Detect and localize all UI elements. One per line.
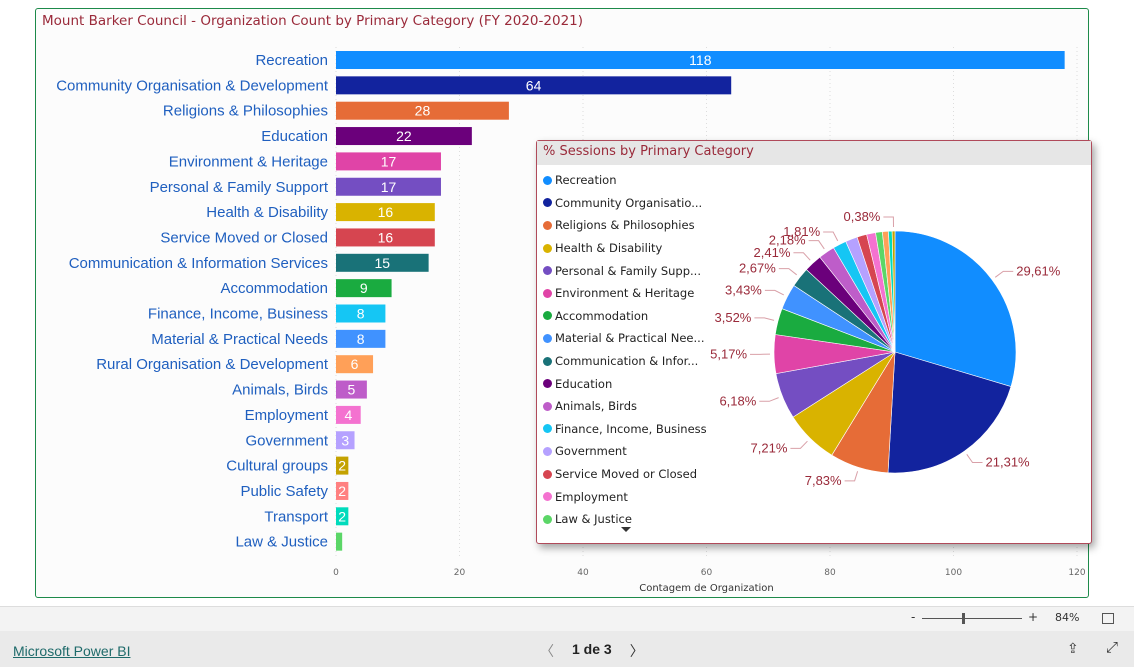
leader-line <box>759 397 779 402</box>
bar-data-label: 16 <box>378 204 394 220</box>
bar-data-label: 2 <box>338 458 346 474</box>
category-label: Accommodation <box>220 280 328 297</box>
category-label: Transport <box>264 508 328 525</box>
category-label: Rural Organisation & Development <box>96 356 329 373</box>
x-axis-title: Contagem de Organization <box>639 583 774 594</box>
pie-data-label: 7,21% <box>751 440 788 455</box>
leader-line <box>778 268 797 276</box>
bar-data-label: 5 <box>348 382 356 398</box>
next-page-button[interactable]: 〉 <box>630 641 644 661</box>
x-tick-label: 80 <box>824 568 836 578</box>
bar-data-label: 16 <box>378 229 394 245</box>
pie-data-label: 3,52% <box>715 310 752 325</box>
bar-data-label: 17 <box>381 153 397 169</box>
category-label: Communication & Information Services <box>69 255 328 272</box>
category-label: Environment & Heritage <box>169 153 328 170</box>
pie-data-label: 2,67% <box>739 261 776 276</box>
x-tick-label: 40 <box>577 568 589 578</box>
leader-line <box>844 471 859 482</box>
bar-data-label: 118 <box>689 52 712 68</box>
leader-line <box>966 454 983 464</box>
bar-data-label: 64 <box>526 77 542 93</box>
bar-data-label: 22 <box>396 128 412 144</box>
pie-data-label: 0,38% <box>844 209 881 224</box>
pie-chart: 29,61% 21,31% 7,83% 7,21% 6,18% 5,17% 3,52% 3,4… <box>710 209 1061 488</box>
zoom-in-button[interactable]: + <box>1028 610 1038 624</box>
category-label: Animals, Birds <box>232 382 328 399</box>
pie-data-label: 7,83% <box>805 473 842 488</box>
leader-line <box>793 252 811 261</box>
category-label: Religions & Philosophies <box>163 103 328 120</box>
bar[interactable] <box>336 532 343 551</box>
category-label: Material & Practical Needs <box>151 331 328 348</box>
category-label: Education <box>261 128 328 145</box>
bar-data-label: 17 <box>381 179 397 195</box>
zoom-level: 84% <box>1055 611 1080 624</box>
pie-chart-visual[interactable]: % Sessions by Primary Category Recreatio… <box>536 140 1092 544</box>
footer-bar: Microsoft Power BI 〈 1 de 3 〉 ⇪ ⤢ <box>0 631 1134 667</box>
leader-line <box>994 270 1014 278</box>
x-tick-label: 0 <box>333 568 339 578</box>
category-label: Community Organisation & Development <box>56 77 329 94</box>
bar-data-label: 8 <box>357 331 365 347</box>
leader-line <box>790 440 808 449</box>
bar-data-label: 8 <box>357 306 365 322</box>
bar-data-label: 3 <box>341 432 349 448</box>
category-label: Service Moved or Closed <box>160 229 328 246</box>
share-icon[interactable]: ⇪ <box>1067 640 1079 657</box>
pie-data-label: 3,43% <box>725 282 762 297</box>
bar-data-label: 28 <box>415 103 431 119</box>
category-label: Law & Justice <box>235 534 328 551</box>
pie-data-label: 21,31% <box>986 455 1031 470</box>
bar-data-label: 6 <box>351 356 359 372</box>
x-tick-label: 100 <box>945 568 962 578</box>
category-label: Finance, Income, Business <box>148 306 328 323</box>
zoom-bar: - + 84% <box>0 606 1134 632</box>
leader-line <box>823 231 839 242</box>
pie-data-label: 29,61% <box>1016 263 1061 278</box>
category-label: Health & Disability <box>206 204 328 221</box>
leader-line <box>754 317 775 321</box>
bar-data-label: 2 <box>338 508 346 524</box>
fit-to-page-icon[interactable] <box>1102 613 1114 624</box>
category-label: Employment <box>245 407 329 424</box>
zoom-slider[interactable] <box>922 618 1022 619</box>
x-tick-label: 120 <box>1068 568 1085 578</box>
category-label: Recreation <box>255 52 328 69</box>
leader-line <box>764 289 785 296</box>
zoom-slider-handle[interactable] <box>962 613 965 624</box>
bar-data-label: 4 <box>344 407 352 423</box>
fullscreen-icon[interactable]: ⤢ <box>1106 639 1118 656</box>
pie-data-label: 6,18% <box>719 393 756 408</box>
report-canvas: Mount Barker Council - Organization Coun… <box>0 0 1134 606</box>
bar-data-label: 2 <box>338 483 346 499</box>
page-indicator: 1 de 3 <box>572 641 612 657</box>
category-label: Personal & Family Support <box>150 179 329 196</box>
bar-data-label: 15 <box>375 255 391 271</box>
x-tick-label: 20 <box>454 568 466 578</box>
bar-data-label: 9 <box>360 280 368 296</box>
x-tick-label: 60 <box>701 568 713 578</box>
pie-data-label: 5,17% <box>710 346 747 361</box>
pie-data-label: 1,81% <box>783 224 820 239</box>
page-navigator: 〈 1 de 3 〉 <box>540 641 644 661</box>
category-label: Public Safety <box>240 483 328 500</box>
zoom-out-button[interactable]: - <box>911 610 915 624</box>
category-label: Government <box>245 432 328 449</box>
leader-line <box>883 216 895 228</box>
previous-page-button[interactable]: 〈 <box>540 641 554 661</box>
bar-chart-visual[interactable]: Mount Barker Council - Organization Coun… <box>35 8 1092 598</box>
category-label: Cultural groups <box>226 458 328 475</box>
power-bi-link[interactable]: Microsoft Power BI <box>13 643 130 659</box>
leader-line <box>808 240 825 250</box>
